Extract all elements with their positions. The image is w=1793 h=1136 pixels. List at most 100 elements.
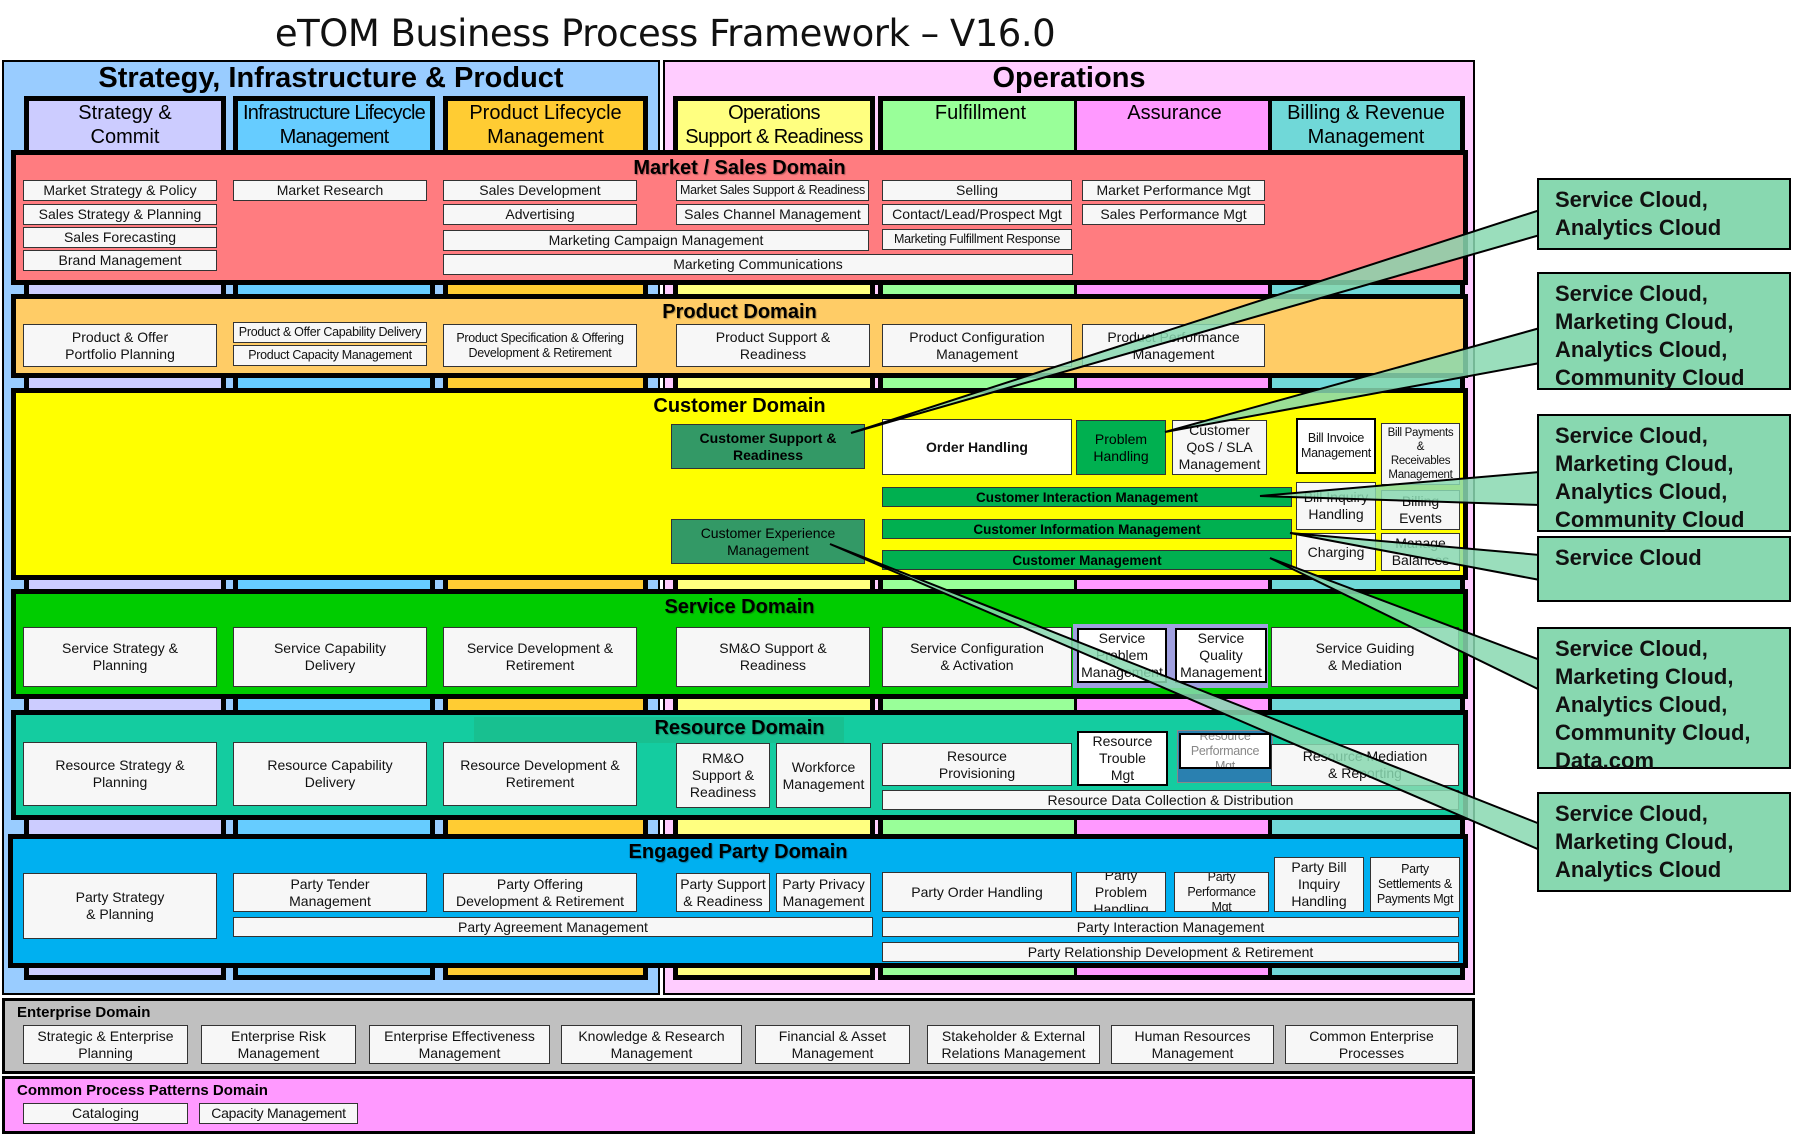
process-market-sales-support[interactable]: Market Sales Support & Readiness <box>676 180 869 201</box>
header-fulfillment: Fulfillment <box>878 96 1078 152</box>
process-manage-balances[interactable]: Manage Balances <box>1381 533 1460 571</box>
diagram-title: eTOM Business Process Framework – V16.0 <box>274 12 1056 55</box>
process-product-capacity[interactable]: Product Capacity Management <box>233 345 427 366</box>
process-product-portfolio-planning[interactable]: Product & Offer Portfolio Planning <box>23 324 217 367</box>
process-service-capability[interactable]: Service Capability Delivery <box>233 627 427 687</box>
process-party-problem[interactable]: Party Problem Handling <box>1076 872 1166 912</box>
process-service-strategy[interactable]: Service Strategy & Planning <box>23 627 217 687</box>
callout-service-marketing-analytics-community-2: Service Cloud, Marketing Cloud, Analytic… <box>1537 414 1791 532</box>
process-party-performance[interactable]: Party Performance Mgt <box>1174 872 1269 912</box>
process-service-problem[interactable]: Service Problem Management <box>1077 628 1167 683</box>
process-brand-management[interactable]: Brand Management <box>23 250 217 271</box>
process-resource-development[interactable]: Resource Development & Retirement <box>443 742 637 806</box>
operations-title: Operations <box>992 62 1146 94</box>
callout-service-marketing-analytics: Service Cloud, Marketing Cloud, Analytic… <box>1537 792 1791 892</box>
process-party-bill-inquiry[interactable]: Party Bill Inquiry Handling <box>1274 857 1364 912</box>
process-service-quality[interactable]: Service Quality Management <box>1175 628 1267 683</box>
process-billing-events[interactable]: Billing Events <box>1381 490 1460 530</box>
enterprise-item[interactable]: Common Enterprise Processes <box>1285 1025 1458 1064</box>
process-resource-strategy[interactable]: Resource Strategy & Planning <box>23 742 217 806</box>
process-party-relationship[interactable]: Party Relationship Development & Retirem… <box>882 942 1459 962</box>
enterprise-item[interactable]: Financial & Asset Management <box>755 1025 910 1064</box>
process-product-performance[interactable]: Product Performance Management <box>1082 324 1265 367</box>
process-party-order[interactable]: Party Order Handling <box>882 872 1072 912</box>
process-customer-management[interactable]: Customer Management <box>882 550 1292 570</box>
process-product-offer-capability[interactable]: Product & Offer Capability Delivery <box>233 322 427 343</box>
enterprise-item[interactable]: Stakeholder & External Relations Managem… <box>927 1025 1100 1064</box>
process-bill-inquiry[interactable]: Bill Inquiry Handling <box>1296 482 1376 530</box>
header-product-lifecycle: Product Lifecycle Management <box>443 96 648 152</box>
process-service-configuration[interactable]: Service Configuration & Activation <box>882 627 1072 687</box>
enterprise-domain-title: Enterprise Domain <box>17 1004 151 1021</box>
header-operations-support: Operations Support & Readiness <box>673 96 875 152</box>
customer-domain-title: Customer Domain <box>653 395 826 417</box>
market-domain-title: Market / Sales Domain <box>633 157 846 179</box>
process-resource-capability[interactable]: Resource Capability Delivery <box>233 742 427 806</box>
process-sales-performance[interactable]: Sales Performance Mgt <box>1082 204 1265 225</box>
process-service-development[interactable]: Service Development & Retirement <box>443 627 637 687</box>
process-market-strategy-policy[interactable]: Market Strategy & Policy <box>23 180 217 201</box>
process-customer-interaction[interactable]: Customer Interaction Management <box>882 487 1292 507</box>
process-bill-invoice[interactable]: Bill Invoice Management <box>1296 418 1376 474</box>
process-marketing-fulfillment-response[interactable]: Marketing Fulfillment Response <box>882 229 1072 250</box>
process-product-support[interactable]: Product Support & Readiness <box>676 324 870 367</box>
process-capacity-management[interactable]: Capacity Management <box>199 1103 358 1124</box>
enterprise-item[interactable]: Knowledge & Research Management <box>561 1025 742 1064</box>
enterprise-item[interactable]: Enterprise Risk Management <box>201 1025 356 1064</box>
process-order-handling[interactable]: Order Handling <box>882 419 1072 475</box>
process-resource-performance[interactable]: Resource Performance Mgt <box>1179 733 1271 769</box>
process-resource-trouble[interactable]: Resource Trouble Mgt <box>1077 731 1168 786</box>
process-bill-payments-receivables[interactable]: Bill Payments & Receivables Management <box>1381 423 1460 485</box>
process-charging[interactable]: Charging <box>1296 533 1376 571</box>
sip-title: Strategy, Infrastructure & Product <box>98 62 564 94</box>
header-strategy-commit: Strategy & Commit <box>24 96 226 152</box>
process-market-performance[interactable]: Market Performance Mgt <box>1082 180 1265 201</box>
process-customer-experience[interactable]: Customer Experience Management <box>671 519 865 564</box>
process-party-offering[interactable]: Party Offering Development & Retirement <box>443 873 637 912</box>
process-market-research[interactable]: Market Research <box>233 180 427 201</box>
callout-service-marketing-analytics-community-data: Service Cloud, Marketing Cloud, Analytic… <box>1537 627 1791 773</box>
process-sales-channel[interactable]: Sales Channel Management <box>676 204 869 225</box>
enterprise-item[interactable]: Enterprise Effectiveness Management <box>369 1025 550 1064</box>
process-product-specification[interactable]: Product Specification & Offering Develop… <box>443 324 637 367</box>
process-party-strategy[interactable]: Party Strategy & Planning <box>23 873 217 939</box>
enterprise-item[interactable]: Strategic & Enterprise Planning <box>23 1025 188 1064</box>
process-customer-qos-sla[interactable]: Customer QoS / SLA Management <box>1172 420 1267 475</box>
process-sales-strategy-planning[interactable]: Sales Strategy & Planning <box>23 204 217 225</box>
process-resource-provisioning[interactable]: Resource Provisioning <box>882 743 1072 786</box>
callout-service-cloud: Service Cloud <box>1537 536 1791 602</box>
process-advertising[interactable]: Advertising <box>443 204 637 225</box>
process-rmo-support[interactable]: RM&O Support & Readiness <box>676 743 770 808</box>
process-party-privacy[interactable]: Party Privacy Management <box>776 873 871 912</box>
process-resource-mediation[interactable]: Resource Mediation & Reporting <box>1271 744 1459 786</box>
process-marketing-communications[interactable]: Marketing Communications <box>443 254 1073 275</box>
process-customer-information[interactable]: Customer Information Management <box>882 519 1292 539</box>
process-contact-lead-prospect[interactable]: Contact/Lead/Prospect Mgt <box>882 204 1072 225</box>
process-customer-support-readiness[interactable]: Customer Support & Readiness <box>671 424 865 469</box>
process-service-guiding[interactable]: Service Guiding & Mediation <box>1271 627 1459 687</box>
process-sales-forecasting[interactable]: Sales Forecasting <box>23 227 217 248</box>
process-smo-support[interactable]: SM&O Support & Readiness <box>676 627 870 687</box>
enterprise-item[interactable]: Human Resources Management <box>1111 1025 1274 1064</box>
process-problem-handling[interactable]: Problem Handling <box>1076 420 1166 475</box>
process-workforce-management[interactable]: Workforce Management <box>776 743 871 808</box>
process-party-support[interactable]: Party Support & Readiness <box>676 873 770 912</box>
process-cataloging[interactable]: Cataloging <box>23 1103 188 1124</box>
process-party-tender[interactable]: Party Tender Management <box>233 873 427 912</box>
process-sales-development[interactable]: Sales Development <box>443 180 637 201</box>
process-product-configuration[interactable]: Product Configuration Management <box>882 324 1072 367</box>
callout-service-marketing-analytics-community-1: Service Cloud, Marketing Cloud, Analytic… <box>1537 272 1791 390</box>
process-party-settlements[interactable]: Party Settlements & Payments Mgt <box>1370 857 1460 912</box>
patterns-domain-title: Common Process Patterns Domain <box>17 1082 268 1099</box>
party-domain-title: Engaged Party Domain <box>628 841 848 863</box>
process-marketing-campaign[interactable]: Marketing Campaign Management <box>443 230 869 251</box>
header-infrastructure-lifecycle: Infrastructure Lifecycle Management <box>233 96 435 152</box>
process-selling[interactable]: Selling <box>882 180 1072 201</box>
process-resource-data-collection[interactable]: Resource Data Collection & Distribution <box>882 790 1459 810</box>
header-assurance: Assurance <box>1074 96 1272 152</box>
callout-service-analytics: Service Cloud, Analytics Cloud <box>1537 178 1791 250</box>
process-party-agreement[interactable]: Party Agreement Management <box>233 917 873 937</box>
product-domain-title: Product Domain <box>662 301 817 323</box>
process-party-interaction[interactable]: Party Interaction Management <box>882 917 1459 937</box>
service-domain-title: Service Domain <box>664 596 815 618</box>
